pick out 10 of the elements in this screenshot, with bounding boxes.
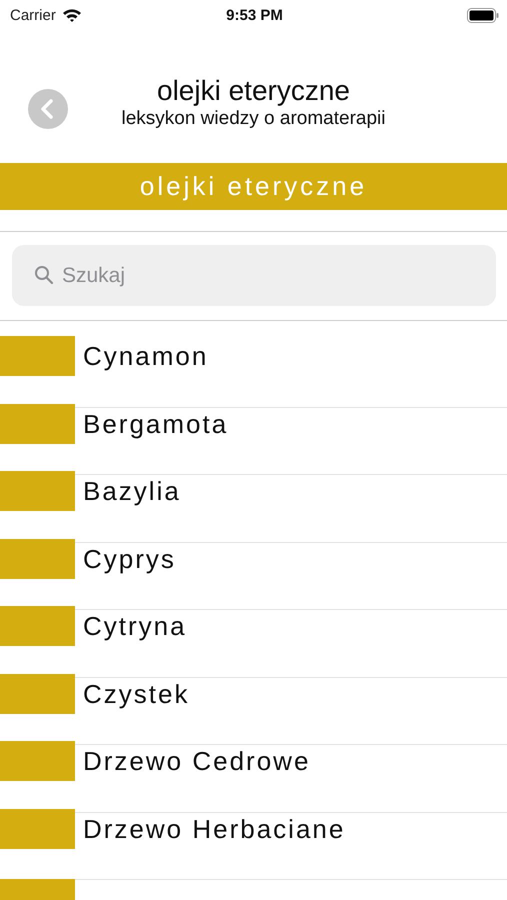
header-subtitle: leksykon wiedzy o aromaterapii [121, 106, 386, 130]
search-icon [34, 265, 54, 285]
clock-time: 9:53 PM [226, 6, 283, 24]
carrier-label: Carrier [10, 6, 56, 24]
section-banner: olejki eteryczne [0, 163, 507, 210]
search-field[interactable]: Szukaj [12, 245, 496, 306]
back-button[interactable] [28, 89, 68, 129]
wifi-icon [62, 8, 82, 22]
battery-icon [466, 8, 499, 22]
header-title: olejki eteryczne [157, 74, 350, 106]
